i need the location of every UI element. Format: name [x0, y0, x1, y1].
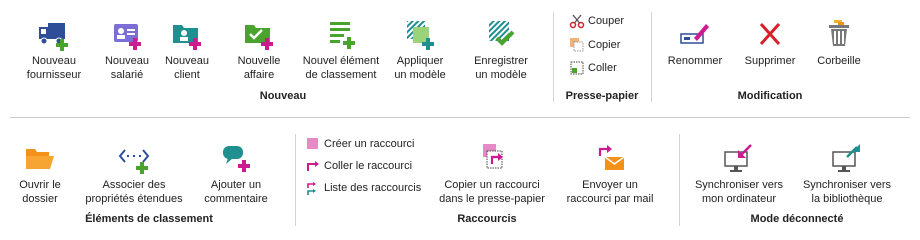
sync-to-computer-icon: [724, 144, 752, 172]
rename-button[interactable]: Renommer: [662, 18, 728, 68]
delete-x-icon: [759, 22, 781, 46]
scissors-icon: [569, 14, 585, 29]
group-separator: [651, 12, 652, 102]
delete-label: Supprimer: [744, 55, 796, 67]
group-label-modification: Modification: [737, 90, 803, 102]
copy-icon: [570, 38, 584, 52]
row-separator: [10, 117, 910, 118]
group-label-mode-deconnecte: Mode déconnecté: [750, 213, 844, 225]
label-line-1: Copier un raccourci: [444, 179, 540, 191]
associate-properties-button[interactable]: Associer des propriétés étendues: [80, 142, 188, 206]
group-label-raccourcis: Raccourcis: [457, 213, 517, 225]
create-shortcut-label: Créer un raccourci: [324, 138, 415, 150]
add-comment-button[interactable]: Ajouter un commentaire: [200, 142, 272, 206]
label-line-1: Nouvelle: [237, 55, 281, 67]
id-card-add-icon: [114, 24, 141, 50]
ribbon-row-1: Nouveau fournisseur Nouveau salarié Nouv…: [0, 0, 920, 112]
label-line-1: Ajouter un: [210, 179, 262, 191]
comment-add-icon: [223, 146, 250, 172]
label-line-2: un modèle: [475, 69, 527, 81]
sync-to-computer-button[interactable]: Synchroniser vers mon ordinateur: [690, 142, 788, 206]
label-line-2: la bibliothèque: [811, 193, 883, 205]
label-line-2: affaire: [243, 69, 275, 81]
new-client-button[interactable]: Nouveau client: [164, 18, 210, 82]
copy-shortcut-clipboard-button[interactable]: Copier un raccourci dans le presse-papie…: [432, 142, 552, 206]
label-line-1: Synchroniser vers: [802, 179, 892, 191]
folder-check-add-icon: [245, 25, 273, 50]
trash-label: Corbeille: [817, 55, 861, 67]
shortcut-copy-clipboard-icon: [483, 144, 503, 169]
send-shortcut-mail-button[interactable]: Envoyer un raccourci par mail: [558, 142, 662, 206]
label-line-2: fournisseur: [26, 69, 82, 81]
label-line-2: dossier: [22, 193, 58, 205]
sync-to-library-button[interactable]: Synchroniser vers la bibliothèque: [798, 142, 896, 206]
copy-label: Copier: [588, 39, 621, 51]
label-line-1: Nouvel élément: [302, 55, 380, 67]
group-label-presse-papier: Presse-papier: [565, 90, 639, 102]
shortcut-list-icon: [307, 182, 316, 195]
label-line-2: de classement: [305, 69, 377, 81]
group-separator: [679, 134, 680, 226]
new-filing-item-button[interactable]: Nouvel élément de classement: [298, 18, 384, 82]
folder-person-add-icon: [173, 25, 201, 50]
shortcut-list-label: Liste des raccourcis: [324, 182, 422, 194]
new-employee-button[interactable]: Nouveau salarié: [95, 18, 159, 82]
group-separator: [553, 12, 554, 102]
label-line-1: Enregistrer: [474, 55, 528, 67]
label-line-2: raccourci par mail: [566, 193, 654, 205]
template-apply-icon: [407, 21, 434, 50]
label-line-1: Synchroniser vers: [694, 179, 784, 191]
label-line-2: mon ordinateur: [702, 193, 776, 205]
open-folder-icon: [26, 149, 54, 169]
new-business-button[interactable]: Nouvelle affaire: [232, 18, 286, 82]
label-line-1: Nouveau: [104, 55, 150, 67]
trash-icon: [829, 20, 849, 46]
paste-shortcut-button[interactable]: Coller le raccourci: [305, 156, 412, 176]
label-line-2: propriétés étendues: [85, 193, 183, 205]
group-label-nouveau: Nouveau: [259, 90, 307, 102]
rename-icon: [680, 24, 709, 44]
new-supplier-button[interactable]: Nouveau fournisseur: [18, 18, 90, 82]
paste-shortcut-label: Coller le raccourci: [324, 160, 413, 172]
paste-icon: [570, 61, 584, 75]
rename-label: Renommer: [667, 55, 723, 67]
open-folder-button[interactable]: Ouvrir le dossier: [12, 142, 68, 206]
label-line-2: client: [174, 69, 200, 81]
copy-button[interactable]: Copier: [569, 35, 620, 55]
properties-add-icon: [118, 149, 150, 174]
template-save-icon: [489, 21, 515, 46]
list-add-icon: [330, 22, 355, 49]
truck-add-icon: [39, 23, 68, 51]
label-line-2: un modèle: [394, 69, 446, 81]
label-line-1: Envoyer un: [582, 179, 638, 191]
label-line-1: Ouvrir le: [19, 179, 61, 191]
label-line-1: Nouveau: [31, 55, 77, 67]
label-line-2: salarié: [110, 69, 144, 81]
ribbon-row-2: Ouvrir le dossier Associer des propriété…: [0, 124, 920, 240]
apply-template-button[interactable]: Appliquer un modèle: [386, 18, 454, 82]
delete-button[interactable]: Supprimer: [740, 18, 800, 68]
label-line-2: commentaire: [204, 193, 268, 205]
label-line-1: Associer des: [102, 179, 166, 191]
paste-button[interactable]: Coller: [569, 58, 617, 78]
cut-label: Couper: [588, 15, 625, 27]
save-template-button[interactable]: Enregistrer un modèle: [464, 18, 538, 82]
shortcut-mail-icon: [598, 145, 625, 170]
label-line-1: Appliquer: [396, 55, 444, 67]
shortcut-create-icon: [307, 138, 318, 149]
label-line-1: Nouveau: [164, 55, 210, 67]
cut-button[interactable]: Couper: [569, 11, 624, 31]
paste-label: Coller: [588, 62, 617, 74]
group-label-elements-classement: Éléments de classement: [85, 213, 213, 225]
label-line-2: dans le presse-papier: [439, 193, 545, 205]
shortcut-list-button[interactable]: Liste des raccourcis: [305, 178, 421, 198]
sync-to-library-icon: [832, 144, 860, 172]
create-shortcut-button[interactable]: Créer un raccourci: [305, 134, 414, 154]
trash-button[interactable]: Corbeille: [812, 18, 866, 68]
shortcut-paste-icon: [307, 161, 319, 171]
group-separator: [295, 134, 296, 226]
